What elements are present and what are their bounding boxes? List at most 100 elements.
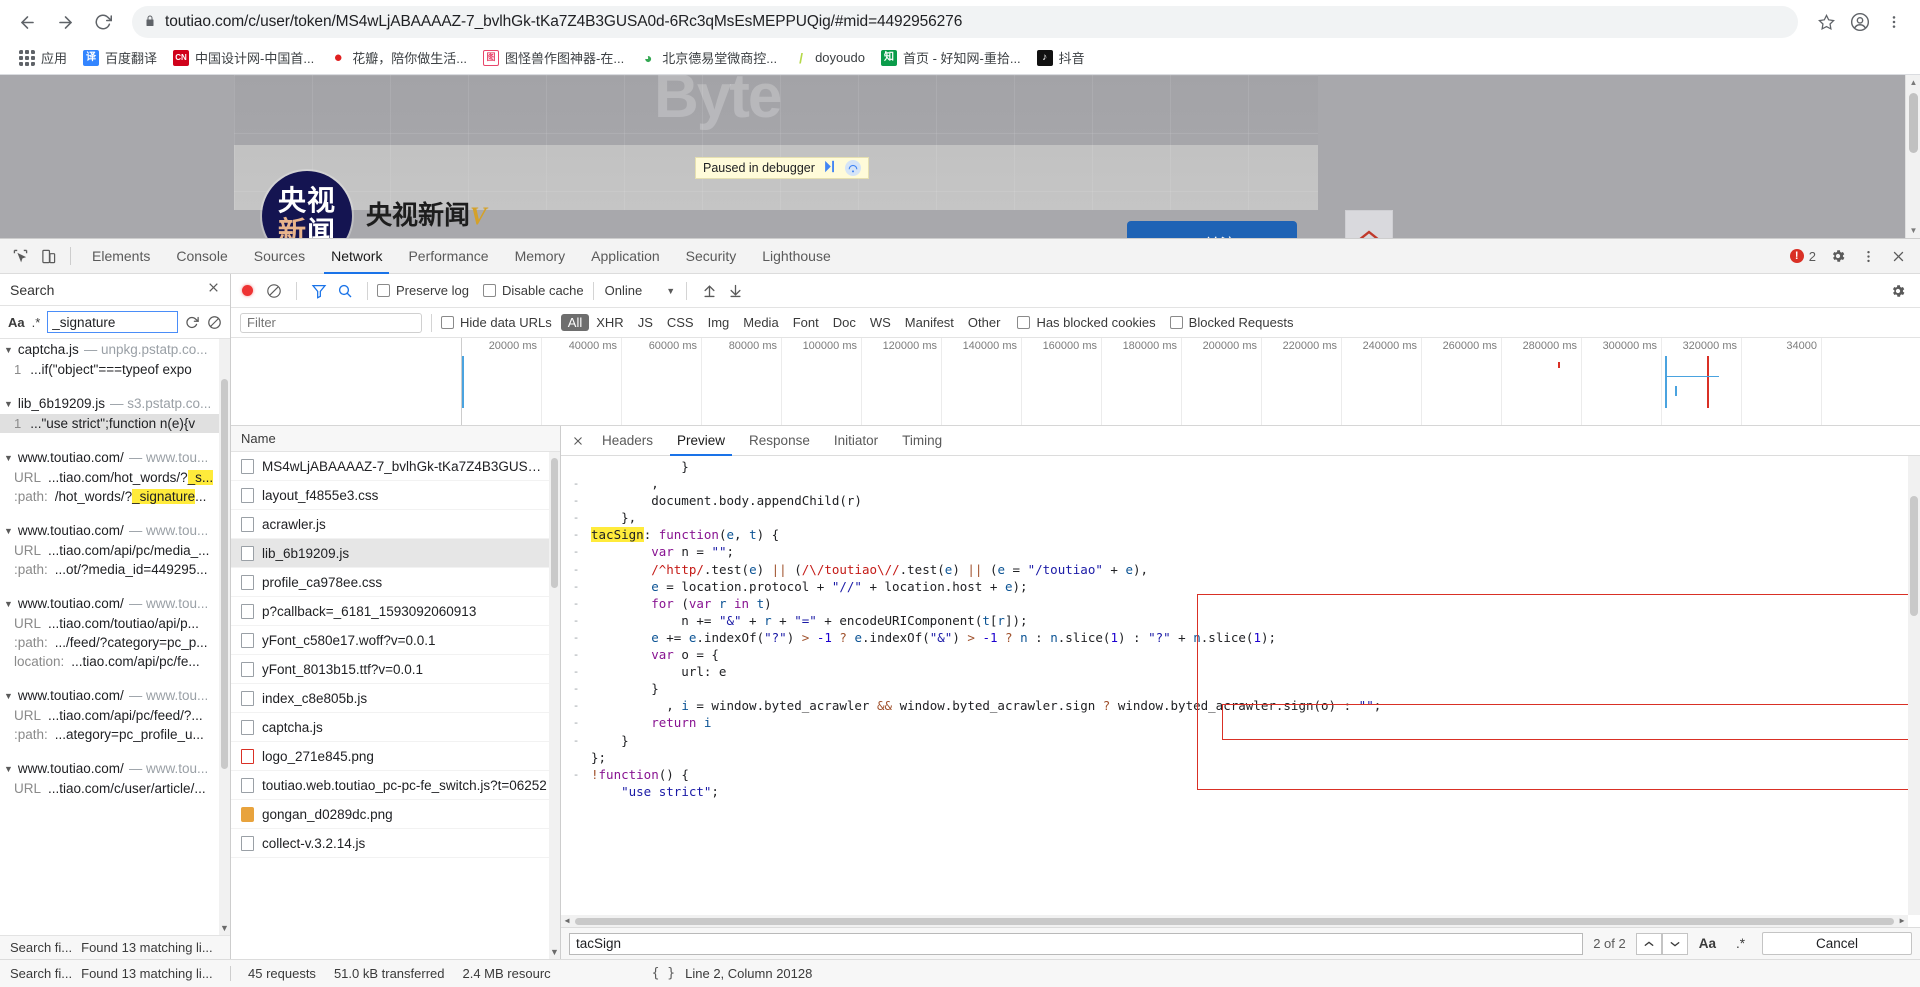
table-row[interactable]: logo_271e845.png: [231, 742, 560, 771]
bookmark-haozhi[interactable]: 知 首页 - 好知网-重拾...: [874, 44, 1028, 71]
fold-marker[interactable]: -: [561, 492, 591, 509]
chip-img[interactable]: Img: [701, 314, 737, 331]
record-button[interactable]: [242, 285, 253, 296]
search-result-file[interactable]: ▼ www.toutiao.com/ — www.tou...: [0, 520, 230, 541]
fold-marker[interactable]: -: [561, 663, 591, 680]
search-result-file[interactable]: ▼ www.toutiao.com/ — www.tou...: [0, 758, 230, 779]
fold-marker[interactable]: -: [561, 578, 591, 595]
disable-cache-checkbox[interactable]: Disable cache: [482, 283, 584, 298]
pretty-print-icon[interactable]: { }: [652, 966, 675, 981]
requests-column-header[interactable]: Name: [231, 426, 560, 452]
tab-network[interactable]: Network: [318, 239, 395, 274]
chip-js[interactable]: JS: [631, 314, 660, 331]
bookmark-cnd[interactable]: CN 中国设计网-中国首...: [166, 44, 321, 71]
detail-tab-timing[interactable]: Timing: [890, 426, 954, 456]
network-search-button[interactable]: [332, 278, 358, 304]
find-next-button[interactable]: [1661, 932, 1688, 955]
fold-marker[interactable]: -: [561, 732, 591, 749]
detail-close-button[interactable]: [566, 429, 590, 453]
filter-input[interactable]: [240, 312, 422, 333]
network-overview-timeline[interactable]: 20000 ms 40000 ms 60000 ms 80000 ms 1000…: [231, 338, 1920, 426]
chip-manifest[interactable]: Manifest: [898, 314, 961, 331]
search-result-kv[interactable]: location: ...tiao.com/api/pc/fe...: [0, 652, 230, 671]
device-toolbar-button[interactable]: [34, 242, 62, 270]
filter-toggle-button[interactable]: [306, 278, 332, 304]
table-row[interactable]: captcha.js: [231, 713, 560, 742]
search-regex-button[interactable]: .*: [32, 315, 41, 330]
chevron-down-icon[interactable]: ▼: [4, 764, 13, 774]
follow-button[interactable]: ＋关注: [1127, 221, 1297, 238]
search-match-case-button[interactable]: Aa: [8, 315, 25, 330]
search-result-kv[interactable]: :path: ...ategory=pc_profile_u...: [0, 725, 230, 744]
bookmark-baidu-translate[interactable]: 译 百度翻译: [76, 44, 164, 71]
table-row[interactable]: p?callback=_6181_1593092060913: [231, 597, 560, 626]
scrollbar-thumb[interactable]: [1909, 93, 1918, 153]
fold-marker[interactable]: -: [561, 766, 591, 783]
chip-ws[interactable]: WS: [863, 314, 898, 331]
table-row[interactable]: acrawler.js: [231, 510, 560, 539]
customize-settings-button[interactable]: [1885, 278, 1911, 304]
scrollbar-down-arrow[interactable]: ▼: [1906, 223, 1920, 238]
chip-all[interactable]: All: [560, 314, 590, 331]
requests-list[interactable]: MS4wLjABAAAAZ-7_bvlhGk-tKa7Z4B3GUSA0d-. …: [231, 452, 560, 959]
has-blocked-cookies-checkbox[interactable]: Has blocked cookies: [1017, 315, 1156, 330]
export-har-button[interactable]: [722, 278, 748, 304]
inspect-element-button[interactable]: [6, 242, 34, 270]
tab-performance[interactable]: Performance: [395, 239, 501, 274]
tab-console[interactable]: Console: [163, 239, 240, 274]
find-regex-button[interactable]: .*: [1727, 936, 1754, 951]
fold-marker[interactable]: -: [561, 680, 591, 697]
table-row[interactable]: profile_ca978ee.css: [231, 568, 560, 597]
search-result-kv[interactable]: URL ...tiao.com/hot_words/?_s...: [0, 468, 230, 487]
search-result-file[interactable]: ▼ www.toutiao.com/ — www.tou...: [0, 593, 230, 614]
bookmark-douyin[interactable]: ♪ 抖音: [1030, 44, 1092, 71]
step-over-icon[interactable]: [844, 160, 861, 176]
detail-tab-preview[interactable]: Preview: [665, 426, 737, 456]
chevron-down-icon[interactable]: ▼: [4, 345, 13, 355]
search-clear-button[interactable]: [207, 315, 222, 330]
bookmark-apps[interactable]: 应用: [12, 44, 74, 71]
find-previous-button[interactable]: [1635, 932, 1662, 955]
devtools-more-button[interactable]: [1854, 242, 1882, 270]
search-refresh-button[interactable]: [185, 315, 200, 330]
search-result-kv[interactable]: URL ...tiao.com/toutiao/api/p...: [0, 614, 230, 633]
search-result-kv[interactable]: URL ...tiao.com/c/user/article/...: [0, 779, 230, 798]
chevron-down-icon[interactable]: ▼: [4, 399, 13, 409]
search-result-line[interactable]: 1 ..."use strict";function n(e){v: [0, 414, 230, 433]
search-result-kv[interactable]: :path: /hot_words/?_signature...: [0, 487, 230, 506]
chip-doc[interactable]: Doc: [826, 314, 863, 331]
hide-data-urls-checkbox[interactable]: Hide data URLs: [441, 315, 552, 330]
search-result-kv[interactable]: :path: ...ot/?media_id=449295...: [0, 560, 230, 579]
profile-button[interactable]: [1844, 6, 1876, 38]
chevron-down-icon[interactable]: ▼: [4, 599, 13, 609]
search-result-kv[interactable]: URL ...tiao.com/api/pc/feed/?...: [0, 706, 230, 725]
search-result-file[interactable]: ▼ captcha.js — unpkg.pstatp.co...: [0, 339, 230, 360]
table-row[interactable]: lib_6b19209.js: [231, 539, 560, 568]
search-results-list[interactable]: ▼ captcha.js — unpkg.pstatp.co... 1 ...i…: [0, 339, 230, 935]
scrollbar-thumb[interactable]: [221, 379, 228, 769]
requests-scrollbar[interactable]: ▼: [549, 452, 560, 959]
search-result-file[interactable]: ▼ lib_6b19209.js — s3.pstatp.co...: [0, 393, 230, 414]
table-row[interactable]: collect-v.3.2.14.js: [231, 829, 560, 858]
search-result-kv[interactable]: URL ...tiao.com/api/pc/media_...: [0, 541, 230, 560]
chip-css[interactable]: CSS: [660, 314, 701, 331]
fold-marker[interactable]: -: [561, 475, 591, 492]
search-results-scrollbar[interactable]: ▼: [219, 339, 230, 935]
fold-marker[interactable]: -: [561, 526, 591, 543]
fold-marker[interactable]: -: [561, 595, 591, 612]
tab-lighthouse[interactable]: Lighthouse: [749, 239, 844, 274]
bookmark-deyitang[interactable]: ◕ 北京德易堂微商控...: [633, 44, 784, 71]
find-cancel-button[interactable]: Cancel: [1762, 932, 1912, 955]
code-preview[interactable]: } - , - document.body.appendChild(r) - }…: [561, 456, 1920, 927]
chevron-down-icon[interactable]: ▼: [4, 453, 13, 463]
tab-elements[interactable]: Elements: [79, 239, 163, 274]
table-row[interactable]: yFont_8013b15.ttf?v=0.0.1: [231, 655, 560, 684]
fold-marker[interactable]: -: [561, 612, 591, 629]
address-bar[interactable]: toutiao.com/c/user/token/MS4wLjABAAAAZ-7…: [132, 6, 1798, 38]
detail-tab-response[interactable]: Response: [737, 426, 822, 456]
detail-tab-initiator[interactable]: Initiator: [822, 426, 890, 456]
table-row[interactable]: gongan_d0289dc.png: [231, 800, 560, 829]
search-result-line[interactable]: 1 ...if("object"===typeof expo: [0, 360, 230, 379]
fold-marker[interactable]: -: [561, 629, 591, 646]
tab-application[interactable]: Application: [578, 239, 673, 274]
